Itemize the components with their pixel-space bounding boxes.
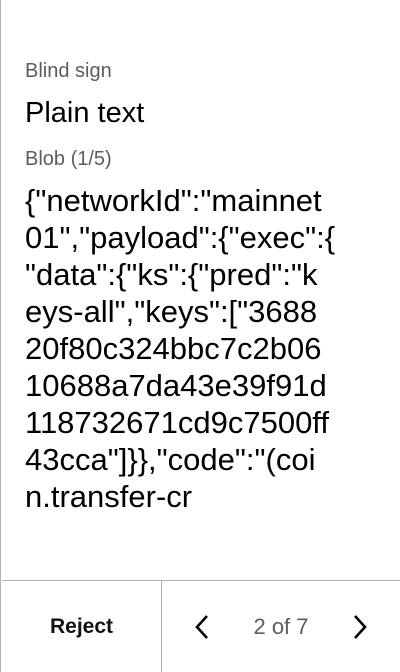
reject-button[interactable]: Reject [2,581,162,672]
blob-line: 118732671cd9c7500ff [25,405,329,440]
blob-line: eys-all","keys":["3688 [25,294,318,329]
sign-screen: Blind sign Plain text Blob (1/5) {"netwo… [0,0,400,672]
pager: 2 of 7 [162,581,400,672]
blob-line: n.transfer-cr [25,479,193,514]
blob-line: {"networkId":"mainnet [25,183,322,218]
blob-content: {"networkId":"mainnet 01","payload":{"ex… [25,182,335,515]
blob-line: 43cca"]}},"code":"(coi [25,442,316,477]
page-indicator: 2 of 7 [253,613,309,639]
blob-line: 01","payload":{"exec":{ [25,220,336,255]
footer: Reject 2 of 7 [2,580,400,672]
blob-line: 20f80c324bbc7c2b06 [25,331,322,366]
screen-label: Blind sign [25,60,112,82]
blob-line: 10688a7da43e39f91d [25,368,327,403]
page-title: Plain text [25,97,145,129]
blob-label: Blob (1/5) [25,148,112,170]
chevron-left-icon[interactable] [190,614,214,639]
chevron-right-icon[interactable] [348,614,372,639]
blob-line: "data":{"ks":{"pred":"k [25,257,318,292]
